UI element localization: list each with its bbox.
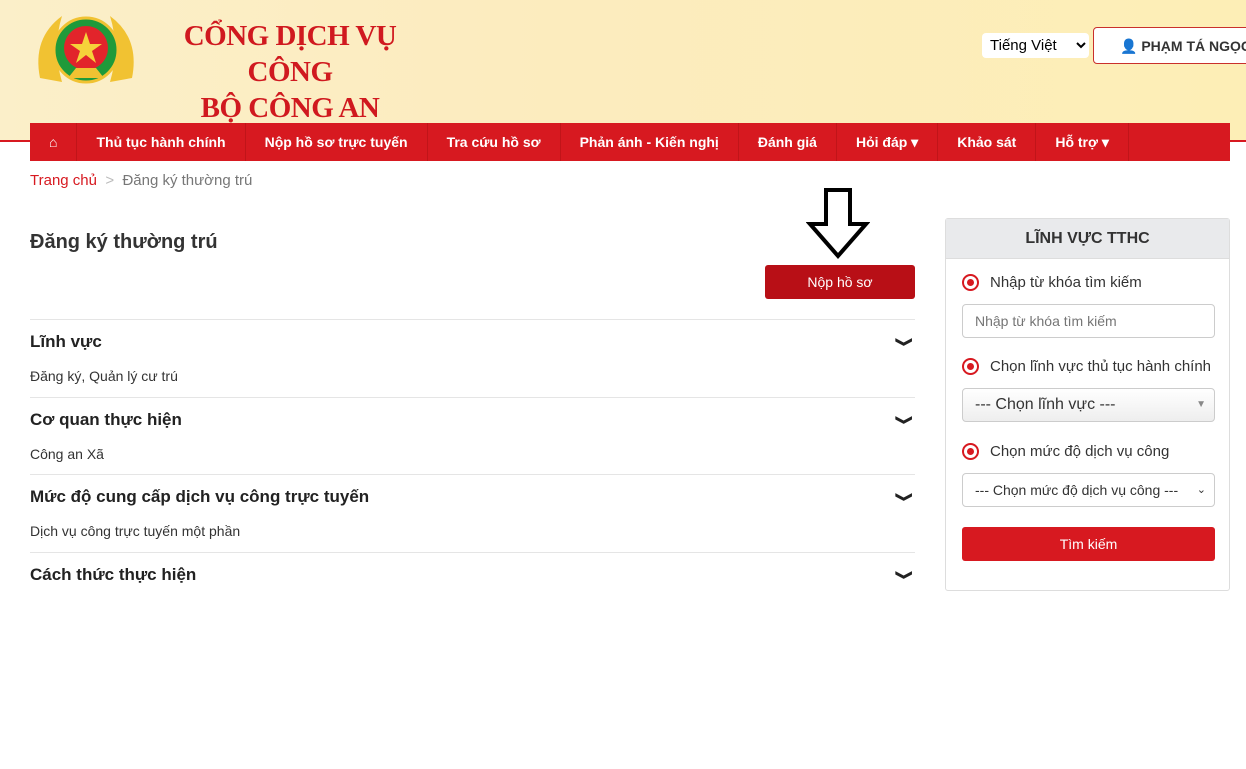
field-radio[interactable]: Chọn lĩnh vực thủ tục hành chính <box>962 358 1211 375</box>
header: CỔNG DỊCH VỤ CÔNG BỘ CÔNG AN Tiếng Việt 👤… <box>0 0 1246 142</box>
section-agency[interactable]: Cơ quan thực hiện Công an Xã ❯ <box>30 397 915 475</box>
nav-item[interactable]: Thủ tục hành chính <box>77 123 246 161</box>
nav-item[interactable]: Tra cứu hồ sơ <box>428 123 561 161</box>
submit-application-button[interactable]: Nộp hồ sơ <box>765 265 915 299</box>
nav-item[interactable]: Nộp hồ sơ trực tuyến <box>246 123 428 161</box>
radio-icon[interactable] <box>962 358 979 375</box>
filter-panel: LĨNH VỰC TTHC Nhập từ khóa tìm kiếm Chọn… <box>945 218 1230 591</box>
police-emblem-logo[interactable] <box>32 8 140 96</box>
panel-title: LĨNH VỰC TTHC <box>946 219 1229 259</box>
nav-item[interactable]: Khảo sát <box>938 123 1037 161</box>
language-select[interactable]: Tiếng Việt <box>982 33 1089 58</box>
section-method[interactable]: Cách thức thực hiện ❯ <box>30 552 915 592</box>
chevron-down-icon[interactable]: ❯ <box>894 415 914 426</box>
chevron-down-icon[interactable]: ❯ <box>894 337 914 348</box>
keyword-input[interactable] <box>962 304 1215 338</box>
chevron-down-icon[interactable]: ❯ <box>894 492 914 503</box>
breadcrumb: Trang chủ > Đăng ký thường trú <box>30 172 253 189</box>
user-icon: 👤 <box>1120 38 1138 54</box>
chevron-down-icon: ⌄ <box>1196 484 1206 496</box>
breadcrumb-home[interactable]: Trang chủ <box>30 172 97 189</box>
page-title: Đăng ký thường trú <box>30 231 218 253</box>
main-nav: ⌂ Thủ tục hành chính Nộp hồ sơ trực tuyế… <box>30 123 1230 161</box>
arrow-down-icon <box>806 188 870 260</box>
nav-item[interactable]: Hỗ trợ ▾ <box>1036 123 1129 161</box>
nav-item[interactable]: Hỏi đáp ▾ <box>837 123 939 161</box>
site-title: CỔNG DỊCH VỤ CÔNG BỘ CÔNG AN <box>183 20 397 124</box>
level-radio[interactable]: Chọn mức độ dịch vụ công <box>962 443 1169 460</box>
caret-down-icon: ▼ <box>1196 399 1206 410</box>
section-field[interactable]: Lĩnh vực Đăng ký, Quản lý cư trú ❯ <box>30 319 915 397</box>
breadcrumb-current: Đăng ký thường trú <box>122 172 253 189</box>
keyword-radio[interactable]: Nhập từ khóa tìm kiếm <box>962 274 1142 291</box>
nav-item[interactable]: Đánh giá <box>739 123 837 161</box>
home-icon[interactable]: ⌂ <box>30 123 78 161</box>
user-account-button[interactable]: 👤 PHẠM TÁ NGỌC <box>1093 27 1246 64</box>
nav-item[interactable]: Phản ánh - Kiến nghị <box>561 123 739 161</box>
level-select[interactable]: --- Chọn mức độ dịch vụ công --- ⌄ <box>962 473 1215 507</box>
radio-icon[interactable] <box>962 274 979 291</box>
section-service-level[interactable]: Mức độ cung cấp dịch vụ công trực tuyến D… <box>30 474 915 552</box>
field-select[interactable]: --- Chọn lĩnh vực --- ▼ <box>962 388 1215 422</box>
radio-icon[interactable] <box>962 443 979 460</box>
search-button[interactable]: Tìm kiếm <box>962 527 1215 561</box>
chevron-down-icon[interactable]: ❯ <box>894 570 914 581</box>
